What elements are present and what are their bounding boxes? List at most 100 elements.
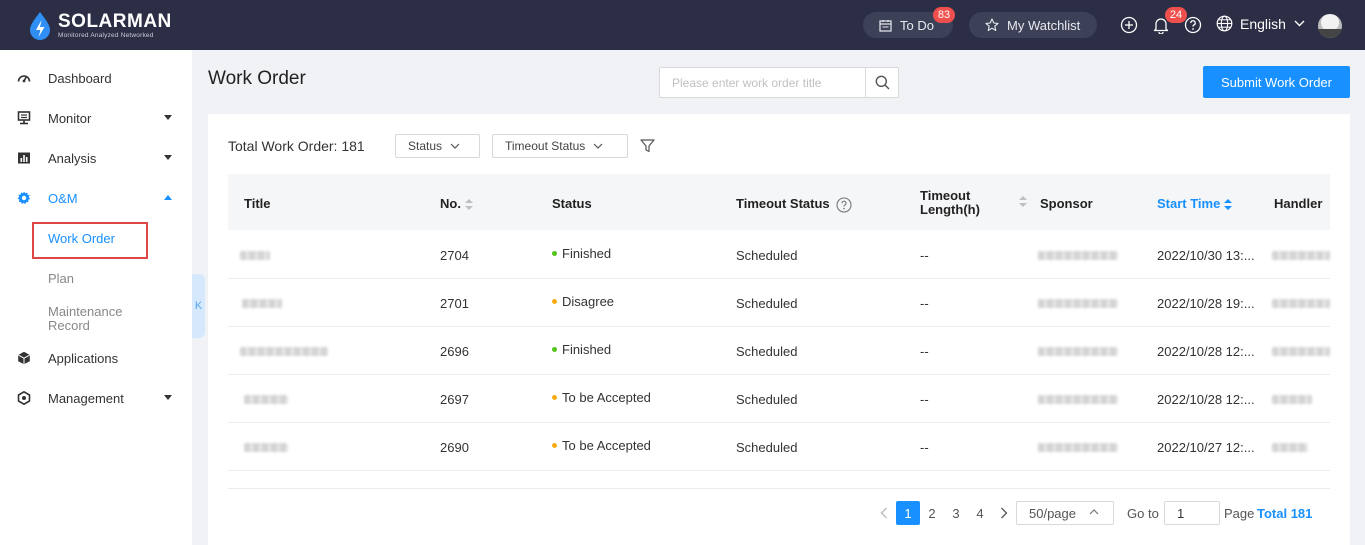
column-timeout-status-label: Timeout Status (736, 196, 830, 211)
add-icon[interactable] (1119, 15, 1139, 35)
handler-redacted (1272, 395, 1312, 404)
logo[interactable]: SOLARMAN Monitored Analyzed Networked (28, 10, 172, 42)
page-4-button[interactable]: 4 (968, 501, 992, 525)
sort-icon[interactable] (1019, 196, 1027, 208)
cell-start-time: 2022/10/28 12:... (1157, 392, 1255, 407)
status-filter[interactable]: Status (395, 134, 480, 158)
caret-down-icon (164, 115, 172, 120)
sidebar-item-label: Analysis (48, 150, 97, 166)
chevron-down-icon (450, 143, 460, 149)
goto-label: Go to (1127, 506, 1159, 521)
next-page-icon[interactable] (994, 501, 1014, 525)
caret-down-icon (164, 395, 172, 400)
cube-icon (17, 351, 31, 365)
chevron-down-icon (1294, 20, 1305, 27)
sidebar-subitem-maintenance-record[interactable]: Maintenance Record (48, 305, 138, 333)
sponsor-redacted (1038, 443, 1118, 452)
table-row[interactable]: 2697 To be Accepted Scheduled -- 2022/10… (228, 375, 1330, 423)
todo-badge: 83 (933, 7, 955, 23)
cell-start-time: 2022/10/28 19:... (1157, 296, 1255, 311)
table-row[interactable]: 2690 To be Accepted Scheduled -- 2022/10… (228, 423, 1330, 471)
cell-status: Finished (552, 246, 611, 261)
status-text: To be Accepted (562, 390, 651, 405)
column-timeout-status: Timeout Status (736, 196, 852, 213)
sidebar-item-monitor[interactable]: Monitor (0, 98, 192, 138)
sidebar-item-management[interactable]: Management (0, 378, 192, 418)
watchlist-button[interactable]: My Watchlist (969, 12, 1097, 38)
status-dot (552, 347, 557, 353)
sort-icon[interactable] (1224, 198, 1233, 211)
monitor-icon (17, 111, 31, 125)
table-row[interactable]: 2701 Disagree Scheduled -- 2022/10/28 19… (228, 279, 1330, 327)
title-redacted (244, 443, 288, 452)
cell-status: Finished (552, 342, 611, 357)
cell-start-time: 2022/10/30 13:... (1157, 248, 1255, 263)
status-dot (552, 443, 557, 449)
cell-status: To be Accepted (552, 390, 651, 405)
sidebar-subitem-plan[interactable]: Plan (48, 272, 74, 286)
page-size-select[interactable]: 50/page (1016, 501, 1114, 525)
status-dot (552, 395, 557, 401)
column-timeout-length-line1: Timeout (920, 188, 971, 203)
cell-timeout-status: Scheduled (736, 248, 798, 263)
cell-timeout-length: -- (920, 440, 929, 455)
caret-up-icon (164, 195, 172, 200)
sort-icon[interactable] (464, 198, 473, 211)
sponsor-redacted (1038, 299, 1118, 308)
sidebar-item-dashboard[interactable]: Dashboard (0, 58, 192, 98)
settings-icon (17, 390, 31, 406)
avatar[interactable] (1318, 14, 1342, 38)
table-row[interactable]: 2696 Finished Scheduled -- 2022/10/28 12… (228, 327, 1330, 375)
collapse-sidebar-button[interactable]: K (192, 274, 205, 338)
sidebar-item-label: O&M (48, 190, 78, 206)
column-no-label: No. (440, 196, 461, 211)
goto-page-input[interactable] (1164, 501, 1220, 525)
cell-timeout-length: -- (920, 296, 929, 311)
column-start-time-label: Start Time (1157, 196, 1221, 211)
column-start-time[interactable]: Start Time (1157, 196, 1233, 211)
cell-start-time: 2022/10/27 12:... (1157, 440, 1255, 455)
column-sponsor: Sponsor (1040, 196, 1093, 211)
prev-page-icon[interactable] (874, 501, 894, 525)
cell-no: 2697 (440, 392, 469, 407)
filter-icon[interactable] (640, 139, 655, 156)
table-row[interactable]: 2704 Finished Scheduled -- 2022/10/30 13… (228, 231, 1330, 279)
cell-timeout-status: Scheduled (736, 392, 798, 407)
sidebar-item-label: Dashboard (48, 70, 112, 86)
cell-no: 2690 (440, 440, 469, 455)
submit-work-order-button[interactable]: Submit Work Order (1203, 66, 1350, 98)
column-no[interactable]: No. (440, 196, 473, 211)
cell-no: 2696 (440, 344, 469, 359)
sidebar-item-label: Management (48, 390, 124, 406)
page-2-button[interactable]: 2 (920, 501, 944, 525)
column-timeout-length-line2: Length(h) (920, 202, 980, 217)
top-bar: SOLARMAN Monitored Analyzed Networked To… (0, 0, 1365, 50)
column-handler: Handler (1274, 196, 1323, 211)
title-redacted (244, 395, 288, 404)
logo-icon (28, 11, 52, 41)
handler-redacted (1272, 347, 1330, 356)
cell-timeout-length: -- (920, 248, 929, 263)
sidebar-item-applications[interactable]: Applications (0, 338, 192, 378)
status-dot (552, 251, 557, 257)
status-text: Finished (562, 246, 612, 261)
timeout-status-filter[interactable]: Timeout Status (492, 134, 628, 158)
status-text: To be Accepted (562, 438, 651, 453)
sidebar-item-om[interactable]: O&M (0, 178, 192, 218)
search-input[interactable] (660, 68, 866, 97)
column-title: Title (244, 196, 271, 211)
sidebar-item-analysis[interactable]: Analysis (0, 138, 192, 178)
language-selector[interactable]: English (1216, 15, 1305, 32)
logo-name: SOLARMAN (58, 11, 172, 33)
column-timeout-length: Timeout Length(h) (920, 189, 980, 217)
help-icon[interactable] (1183, 15, 1203, 35)
search-icon[interactable] (865, 68, 898, 97)
gear-icon (17, 191, 31, 205)
caret-down-icon (164, 155, 172, 160)
page-1-button[interactable]: 1 (896, 501, 920, 525)
sidebar-item-label: Monitor (48, 110, 92, 126)
page-3-button[interactable]: 3 (944, 501, 968, 525)
cell-start-time: 2022/10/28 12:... (1157, 344, 1255, 359)
bar-chart-icon (17, 151, 31, 165)
help-circle-icon[interactable] (836, 197, 852, 213)
